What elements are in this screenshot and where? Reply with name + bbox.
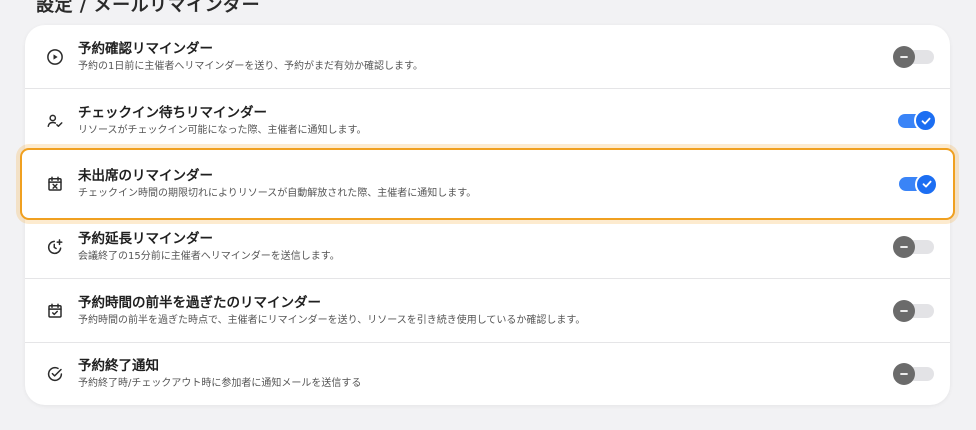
reminder-toggle[interactable] (899, 172, 938, 196)
reminder-toggle[interactable] (893, 235, 934, 258)
reminder-title: 予約終了通知 (78, 358, 159, 374)
reminder-toggle[interactable] (898, 109, 937, 132)
play-circle-icon (45, 47, 65, 67)
calendar-check-icon (45, 301, 65, 321)
reminder-description: リソースがチェックイン可能になった際、主催者に通知します。 (78, 124, 367, 136)
reminder-toggle[interactable] (893, 299, 934, 322)
reminder-title: チェックイン待ちリマインダー (78, 104, 267, 121)
page-title: 設定 / メールリマインダー (36, 0, 261, 16)
toggle-off-knob (893, 235, 915, 258)
clock-plus-icon (45, 237, 65, 257)
reminder-description: 予約終了時/チェックアウト時に参加者に通知メールを送信する (78, 378, 362, 389)
reminder-title: 予約確認リマインダー (78, 40, 213, 57)
check-circle-icon (45, 364, 65, 384)
reminder-title: 未出席のリマインダー (78, 168, 213, 184)
reminder-description: 会議終了の15分前に主催者へリマインダーを送信します。 (78, 250, 340, 262)
reminder-description: 予約時間の前半を過ぎた時点で、主催者にリマインダーを送り、リソースを引き続き使用… (78, 314, 586, 326)
reminder-description: チェックイン時間の期限切れによりリソースが自動解放された際、主催者に通知します。 (78, 188, 477, 199)
reminder-description: 予約の1日前に主催者へリマインダーを送り、予約がまだ有効か確認します。 (78, 60, 423, 72)
reminder-row-no-show-highlighted: 未出席のリマインダー チェックイン時間の期限切れによりリソースが自動解放された際… (20, 148, 955, 220)
reminder-row-no-show: 未出席のリマインダー チェックイン時間の期限切れによりリソースが自動解放された際… (22, 150, 953, 218)
toggle-off-knob (893, 299, 915, 322)
user-check-icon (45, 111, 65, 131)
reminder-toggle[interactable] (893, 363, 934, 385)
reminder-row-end-notice: 予約終了通知 予約終了時/チェックアウト時に参加者に通知メールを送信する (25, 343, 950, 405)
toggle-on-knob (914, 109, 937, 132)
toggle-off-knob (893, 45, 915, 68)
reminder-row-half-time: 予約時間の前半を過ぎたのリマインダー 予約時間の前半を過ぎた時点で、主催者にリマ… (25, 279, 950, 342)
reminder-row-reservation-confirm: 予約確認リマインダー 予約の1日前に主催者へリマインダーを送り、予約がまだ有効か… (25, 25, 950, 88)
reminder-row-checkin-waiting: チェックイン待ちリマインダー リソースがチェックイン可能になった際、主催者に通知… (25, 89, 950, 152)
reminder-title: 予約延長リマインダー (78, 230, 213, 247)
calendar-x-icon (45, 174, 65, 194)
toggle-off-knob (893, 363, 915, 385)
toggle-on-knob (915, 172, 938, 196)
reminder-row-extension: 予約延長リマインダー 会議終了の15分前に主催者へリマインダーを送信します。 (25, 215, 950, 278)
reminder-title: 予約時間の前半を過ぎたのリマインダー (78, 294, 321, 311)
reminder-toggle[interactable] (893, 45, 934, 68)
